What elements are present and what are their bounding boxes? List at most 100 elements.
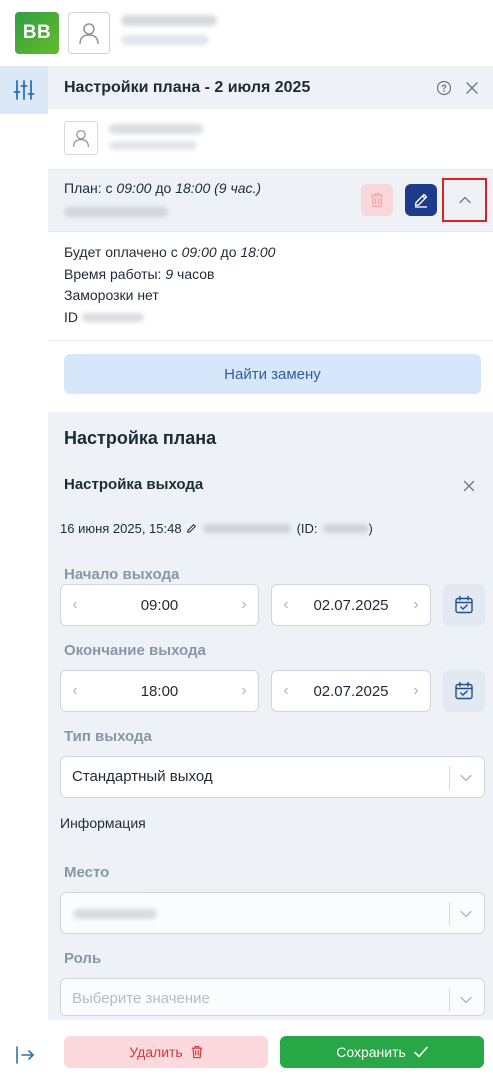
plan-start: 09:00 <box>116 180 152 196</box>
help-icon[interactable] <box>436 80 452 96</box>
save-label: Сохранить <box>336 1044 406 1060</box>
chevron-left-icon[interactable]: ‹ <box>69 682 81 700</box>
audit-line: 16 июня 2025, 15:48 (ID: ) <box>60 521 373 536</box>
end-label: Окончание выхода <box>64 642 206 659</box>
divider <box>48 340 493 341</box>
plan-summary-row: План: с 09:00 до 18:00 (9 час.) <box>48 169 493 232</box>
paid-end: 18:00 <box>240 244 276 260</box>
audit-id-prefix: (ID: <box>296 521 318 536</box>
save-button[interactable]: Сохранить <box>280 1036 484 1068</box>
employee-row <box>48 109 493 169</box>
delete-plan-button[interactable] <box>361 184 393 216</box>
sliders-icon <box>13 80 35 100</box>
plan-prefix: План: с <box>64 180 117 196</box>
plan-to-word: до <box>151 180 176 196</box>
settings-title: Настройка плана <box>64 428 217 448</box>
close-icon[interactable] <box>462 479 476 493</box>
type-label: Тип выхода <box>64 728 152 745</box>
audit-id-redacted <box>322 524 369 533</box>
plan-end: 18:00 <box>175 180 211 196</box>
panel-title: Настройки плана - 2 июля 2025 <box>64 78 311 96</box>
calendar-check-icon <box>455 595 473 614</box>
work-time-line: Время работы: 9 часов <box>64 264 275 286</box>
chevron-right-icon[interactable]: › <box>410 682 422 700</box>
select-divider <box>449 766 450 790</box>
work-hours: 9 <box>165 265 174 282</box>
chevron-right-icon[interactable]: › <box>238 596 250 614</box>
end-date-stepper[interactable]: ‹ 02.07.2025 › <box>271 670 431 712</box>
employee-role-redacted <box>109 141 197 150</box>
plan-details: Будет оплачено с 09:00 до 18:00 Время ра… <box>64 242 275 328</box>
place-select[interactable] <box>60 892 485 934</box>
id-label: ID <box>64 308 78 325</box>
delete-button[interactable]: Удалить <box>64 1036 268 1068</box>
exit-type-value: Стандартный выход <box>72 768 213 785</box>
info-label: Информация <box>60 815 146 831</box>
end-date-value: 02.07.2025 <box>313 682 389 700</box>
user-avatar[interactable] <box>68 12 110 54</box>
chevron-up-icon <box>458 196 471 204</box>
paid-mid: до <box>216 244 241 260</box>
app-logo[interactable]: BB <box>15 12 59 54</box>
bottom-action-bar: Удалить Сохранить <box>48 1020 493 1080</box>
chevron-right-icon[interactable]: › <box>410 596 422 614</box>
trash-icon <box>191 1045 202 1059</box>
user-icon <box>79 23 99 45</box>
start-time-stepper[interactable]: ‹ 09:00 › <box>60 584 259 626</box>
end-time-value: 18:00 <box>140 682 179 700</box>
audit-id-suffix: ) <box>368 521 373 536</box>
user-name-redacted <box>121 15 217 26</box>
select-divider <box>449 902 450 926</box>
calendar-check-icon <box>455 681 473 700</box>
settings-sliders-button[interactable] <box>0 66 48 114</box>
exit-settings-title: Настройка выхода <box>64 476 204 493</box>
trash-icon <box>371 192 383 208</box>
checkmark-icon <box>413 1046 428 1058</box>
chevron-left-icon[interactable]: ‹ <box>280 596 292 614</box>
panel-header: Настройки плана - 2 июля 2025 <box>48 66 493 109</box>
audit-date: 16 июня 2025, 15:48 <box>60 521 182 536</box>
find-replacement-button[interactable]: Найти замену <box>64 354 481 394</box>
plan-summary-text: План: с 09:00 до 18:00 (9 час.) <box>64 180 261 196</box>
collapse-plan-button[interactable] <box>442 178 487 222</box>
role-label: Роль <box>64 950 102 967</box>
close-icon[interactable] <box>464 80 480 96</box>
work-suffix: часов <box>173 265 215 282</box>
paid-start: 09:00 <box>181 244 217 260</box>
employee-avatar <box>64 121 98 155</box>
exit-type-select[interactable]: Стандартный выход <box>60 756 485 798</box>
role-select[interactable]: Выберите значение <box>60 978 485 1016</box>
id-line: ID <box>64 307 275 329</box>
user-role-redacted <box>121 35 209 45</box>
plan-duration: (9 час.) <box>210 180 262 196</box>
plan-location-redacted <box>64 207 168 217</box>
delete-label: Удалить <box>129 1044 183 1060</box>
logout-icon <box>16 1046 35 1064</box>
chevron-down-icon <box>460 774 472 782</box>
edit-plan-button[interactable] <box>405 184 437 216</box>
chevron-down-icon <box>460 910 472 918</box>
chevron-down-icon <box>460 996 472 1004</box>
role-placeholder: Выберите значение <box>72 990 210 1007</box>
start-calendar-button[interactable] <box>443 584 485 626</box>
chevron-left-icon[interactable]: ‹ <box>280 682 292 700</box>
paid-line: Будет оплачено с 09:00 до 18:00 <box>64 242 275 264</box>
place-value-redacted <box>73 909 157 919</box>
place-label: Место <box>64 864 110 881</box>
paid-prefix: Будет оплачено с <box>64 244 182 260</box>
chevron-left-icon[interactable]: ‹ <box>69 596 81 614</box>
pencil-icon <box>186 523 196 533</box>
start-time-value: 09:00 <box>140 596 179 614</box>
logout-button[interactable] <box>12 1042 38 1068</box>
audit-author-redacted <box>202 524 291 533</box>
start-date-stepper[interactable]: ‹ 02.07.2025 › <box>271 584 431 626</box>
employee-name-redacted <box>109 124 203 134</box>
end-calendar-button[interactable] <box>443 670 485 712</box>
chevron-right-icon[interactable]: › <box>238 682 250 700</box>
start-label: Начало выхода <box>64 566 180 583</box>
end-time-stepper[interactable]: ‹ 18:00 › <box>60 670 259 712</box>
pencil-icon <box>414 193 428 208</box>
user-icon <box>73 130 89 148</box>
start-date-value: 02.07.2025 <box>313 596 389 614</box>
top-bar: BB <box>0 0 493 66</box>
